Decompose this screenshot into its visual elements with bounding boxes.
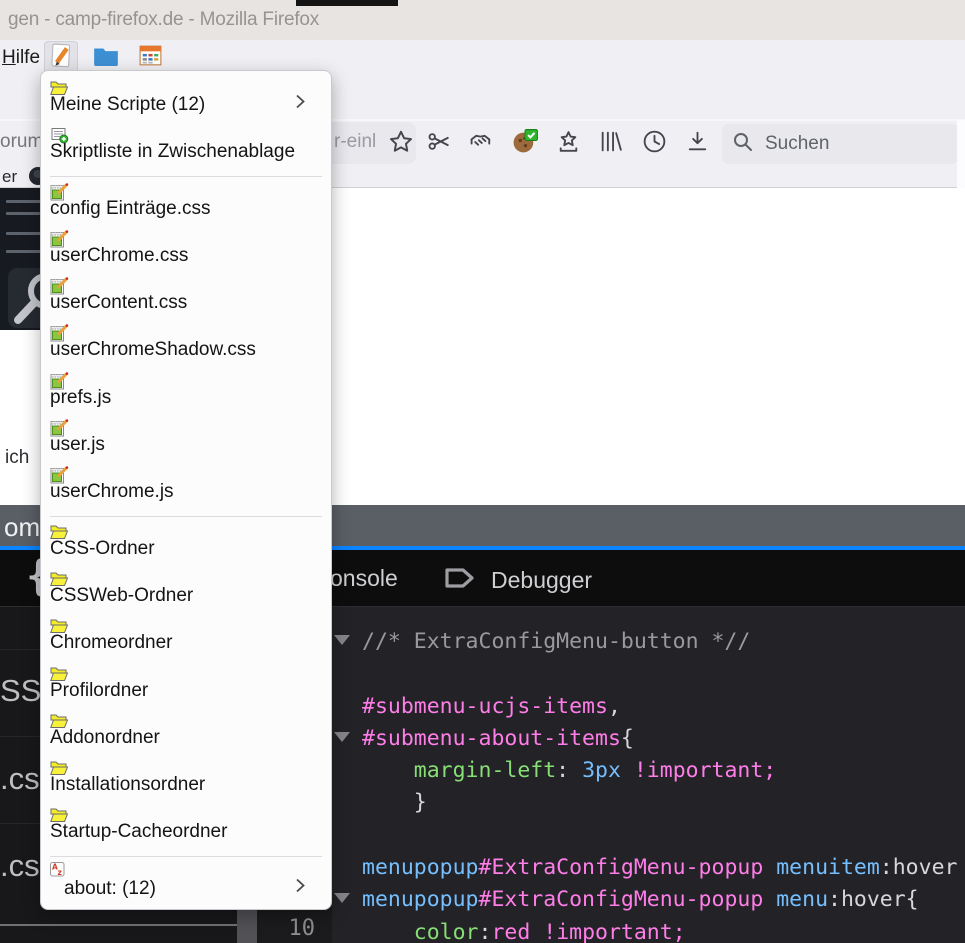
config-menu-items: Meine Scripte (12) Skriptliste in Zwische… [41, 77, 331, 908]
menu-item-userchrome-js[interactable]: userChrome.js [41, 464, 331, 511]
menu-item-css-ordner[interactable]: CSS-Ordner [41, 521, 331, 568]
extension-icon-row [426, 128, 711, 155]
cookie-check-icon[interactable] [512, 128, 539, 155]
menu-separator [41, 512, 331, 521]
tab-debugger[interactable]: Debugger [443, 563, 592, 598]
menu-separator [41, 172, 331, 181]
menu-item-label: CSSWeb-Ordner [50, 585, 193, 607]
submenu-chevron-icon [295, 92, 306, 111]
menu-item-about-12[interactable]: Azabout: (12) [41, 861, 331, 908]
menu-item-label: config Einträge.css [50, 198, 211, 220]
sort-az-icon: Az [49, 861, 68, 879]
page-text-fragment: ich [5, 447, 29, 469]
code-line: color:red !important; [332, 917, 965, 943]
tab-console[interactable]: onsole [330, 565, 398, 592]
menu-item-skriptliste-in-zwischenablage[interactable]: Skriptliste in Zwischenablage [41, 124, 331, 171]
code-fold-arrow-icon[interactable] [334, 893, 350, 903]
screenshot-scissors-icon[interactable] [426, 128, 453, 155]
css-code-editor[interactable]: //* ExtraConfigMenu-button *// #submenu-u… [332, 607, 965, 943]
menu-item-label: userContent.css [50, 292, 187, 314]
menu-item-startup-cacheordner[interactable]: Startup-Cacheordner [41, 804, 331, 851]
firefox-window: gen - camp-firefox.de - Mozilla Firefox … [0, 0, 965, 943]
history-clock-icon[interactable] [641, 128, 668, 155]
code-line: #submenu-about-items{ [332, 723, 965, 755]
save-star-icon[interactable] [555, 128, 582, 155]
menu-item-label: Skriptliste in Zwischenablage [50, 141, 295, 163]
stylesheet-list-item[interactable]: SS [0, 673, 41, 709]
search-icon [732, 131, 754, 158]
code-line: } [332, 787, 965, 819]
urlbar-text-fragment-right[interactable]: r-einl [334, 131, 376, 153]
code-line: //* ExtraConfigMenu-button *// [332, 626, 965, 658]
bookmark-item[interactable]: er [2, 167, 17, 187]
menu-item-user-js[interactable]: user.js [41, 417, 331, 464]
menu-item-label: userChrome.js [50, 481, 174, 503]
top-edge-strip [296, 0, 398, 6]
menu-item-label: Startup-Cacheordner [50, 821, 227, 843]
downloads-icon[interactable] [684, 128, 711, 155]
title-bar[interactable]: gen - camp-firefox.de - Mozilla Firefox [0, 0, 965, 40]
menu-item-label: user.js [50, 434, 105, 456]
code-line: margin-left: 3px !important; [332, 755, 965, 787]
submenu-chevron-icon [295, 876, 306, 895]
menu-item-profilordner[interactable]: Profilordner [41, 663, 331, 710]
extraconfig-menu-popup: Meine Scripte (12) Skriptliste in Zwische… [40, 70, 332, 910]
help-label-rest: ilfe [16, 47, 40, 68]
menu-item-chromeordner[interactable]: Chromeordner [41, 615, 331, 662]
svg-text:z: z [58, 868, 62, 877]
menu-item-label: Meine Scripte (12) [50, 94, 205, 116]
code-fold-arrow-icon[interactable] [334, 732, 350, 742]
debugger-label: Debugger [491, 567, 592, 594]
code-line: menupopup#ExtraConfigMenu-popup menu:hov… [332, 884, 965, 916]
code-fold-arrow-icon[interactable] [334, 635, 350, 645]
sidebar-footer-divider [0, 924, 237, 926]
search-input[interactable] [763, 132, 937, 156]
bookmark-star-icon[interactable] [387, 128, 415, 156]
menu-item-prefs-js[interactable]: prefs.js [41, 370, 331, 417]
menu-item-label: about: (12) [64, 878, 156, 900]
menu-item-cssweb-ordner[interactable]: CSSWeb-Ordner [41, 568, 331, 615]
library-icon[interactable] [598, 128, 625, 155]
menu-item-label: CSS-Ordner [50, 538, 155, 560]
menu-item-userchrome-css[interactable]: userChrome.css [41, 228, 331, 275]
menu-item-addonordner[interactable]: Addonordner [41, 710, 331, 757]
window-title: gen - camp-firefox.de - Mozilla Firefox [8, 9, 319, 31]
menubar-item-hilfe[interactable]: Hilfe [2, 47, 40, 69]
menu-item-meine-scripte-12[interactable]: Meine Scripte (12) [41, 77, 331, 124]
menu-item-usercontent-css[interactable]: userContent.css [41, 275, 331, 322]
menu-item-label: userChrome.css [50, 245, 188, 267]
menu-item-label: Profilordner [50, 680, 148, 702]
code-line [332, 658, 965, 690]
search-bar[interactable] [722, 124, 958, 164]
menu-item-userchromeshadow-css[interactable]: userChromeShadow.css [41, 322, 331, 369]
menu-item-label: Installationsordner [50, 774, 205, 796]
menu-item-label: prefs.js [50, 387, 111, 409]
menu-item-label: userChromeShadow.css [50, 339, 256, 361]
debugger-tag-icon [443, 563, 477, 598]
menu-item-label: Addonordner [50, 727, 160, 749]
menu-item-config-eintr-ge-css[interactable]: config Einträge.css [41, 181, 331, 228]
menu-item-installationsordner[interactable]: Installationsordner [41, 757, 331, 804]
code-line: #submenu-ucjs-items, [332, 691, 965, 723]
menu-separator [41, 852, 331, 861]
code-line: menupopup#ExtraConfigMenu-popup menuitem… [332, 852, 965, 884]
menu-item-label: Chromeordner [50, 632, 173, 654]
handshake-icon[interactable] [469, 128, 496, 155]
code-line [332, 820, 965, 852]
line-number: 10 [257, 916, 315, 941]
